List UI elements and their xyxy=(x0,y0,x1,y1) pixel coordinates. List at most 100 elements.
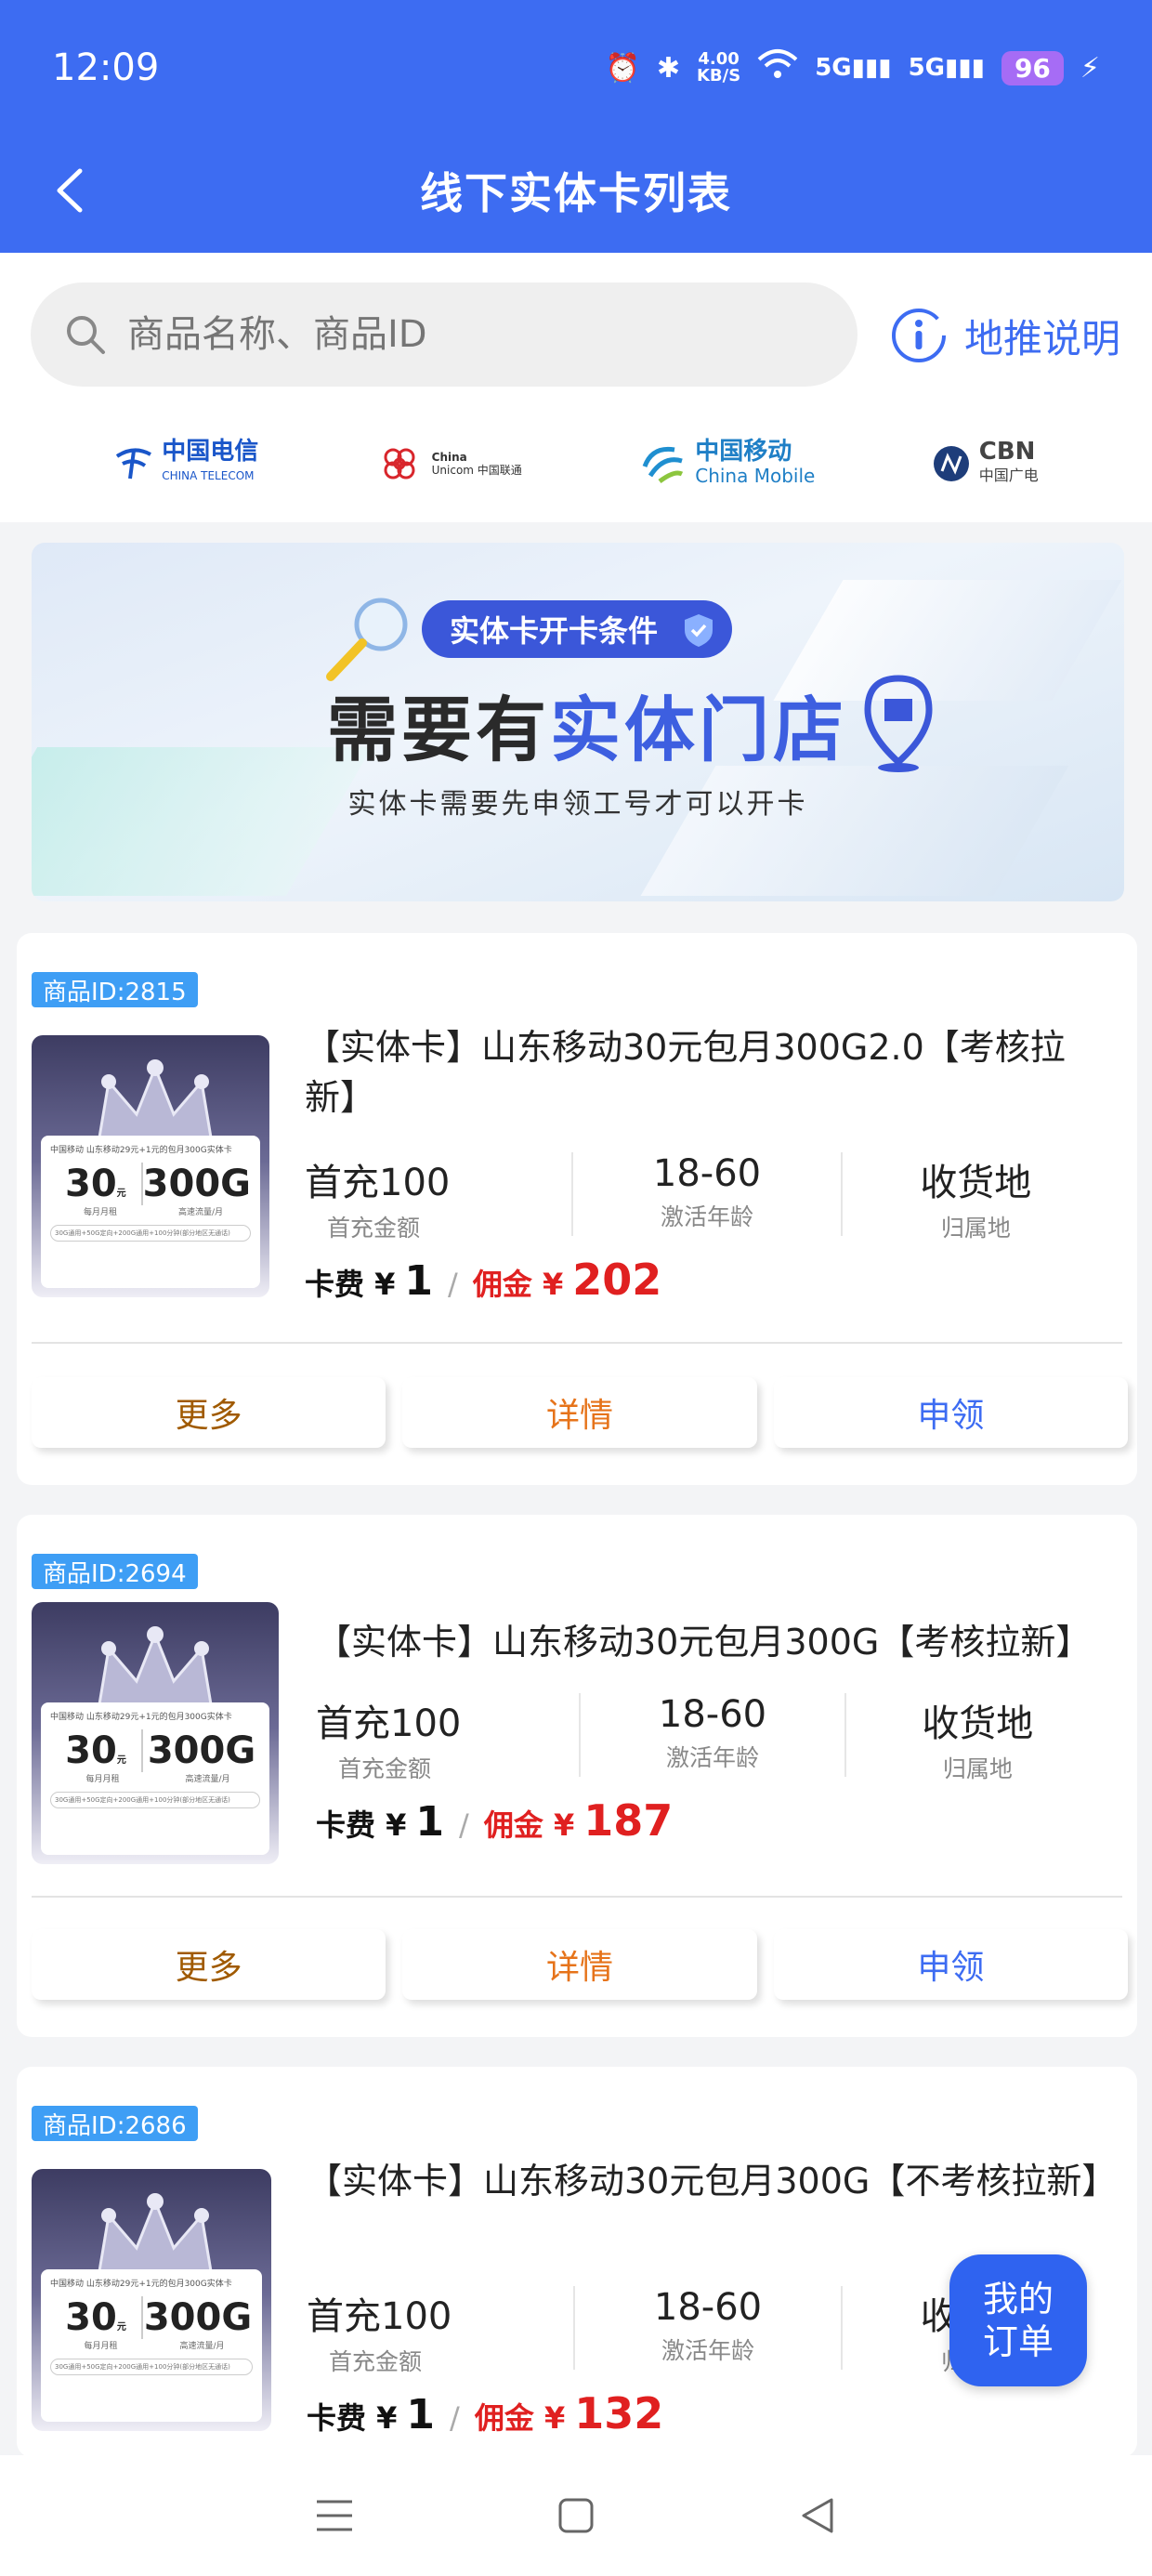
commission-label-text: 佣金 xyxy=(472,1267,532,1302)
store-pin-icon xyxy=(864,675,933,772)
price-separator: / xyxy=(450,2400,460,2436)
fee-currency: ¥ xyxy=(374,1267,396,1302)
price-row: 卡费 ¥1 / 佣金 ¥187 xyxy=(316,1795,673,1851)
banner-headline-highlight: 实体门店 xyxy=(550,689,847,771)
thumb-footer: 30G通用+50G定向+200G通用+100分钟(部分地区无通话) xyxy=(50,1792,260,1808)
commission-currency: ¥ xyxy=(542,1267,564,1302)
product-thumbnail: 中国移动 山东移动29元+1元的包月300G实体卡 30元 300G 每月月租 高速… xyxy=(32,1602,279,1864)
promo-banner[interactable]: 实体卡开卡条件 需要有实体门店 实体卡需要先申领工号才可以开卡 xyxy=(32,543,1124,901)
search-input[interactable] xyxy=(127,313,796,356)
carrier-mobile-sub: China Mobile xyxy=(695,465,816,487)
product-title: 【实体卡】山东移动30元包月300G【考核拉新】 xyxy=(316,1622,1092,1663)
back-triangle-icon[interactable] xyxy=(796,2494,839,2537)
home-icon[interactable] xyxy=(555,2494,597,2537)
carrier-cbn[interactable]: CBN 中国广电 xyxy=(931,440,1039,488)
claim-button[interactable]: 申领 xyxy=(773,1377,1128,1448)
detail-button[interactable]: 详情 xyxy=(402,1377,757,1448)
thumb-data: 300G xyxy=(142,1163,251,1205)
stat-value: 18-60 xyxy=(658,1693,767,1736)
commission-value: 187 xyxy=(583,1795,674,1846)
product-stats: 首充100 首充金额 18-60 激活年龄 收货地归属地 xyxy=(305,1152,1109,1242)
signal-1: 5G▮▮▮ xyxy=(815,54,892,82)
stat-label: 首充金额 xyxy=(327,1215,421,1242)
stat-value: 18-60 xyxy=(653,2286,763,2329)
product-title: 【实体卡】山东移动30元包月300G【不考核拉新】 xyxy=(307,2161,1118,2201)
thumb-data: 300G xyxy=(143,2296,253,2339)
stat-label: 首充金额 xyxy=(329,2348,423,2375)
top-bar: 12:09 ⏰ ✱ 4.00 KB/S 5G▮▮▮ 5G▮▮▮ 96 ⚡ 线下实… xyxy=(0,0,1152,253)
my-orders-line1: 我的 xyxy=(982,2279,1054,2320)
status-time: 12:09 xyxy=(52,46,160,89)
banner-subline: 实体卡需要先申领工号才可以开卡 xyxy=(347,788,808,821)
claim-button[interactable]: 申领 xyxy=(773,1929,1128,2000)
stat-label: 激活年龄 xyxy=(660,1203,753,1230)
fee-label: 卡费 ¥ xyxy=(316,1802,406,1845)
status-bar: 12:09 ⏰ ✱ 4.00 KB/S 5G▮▮▮ 5G▮▮▮ 96 ⚡ xyxy=(52,35,1100,100)
stat-age: 18-60 激活年龄 xyxy=(581,1693,846,1777)
fee-label-text: 卡费 xyxy=(307,2400,367,2436)
price-row: 卡费 ¥1 / 佣金 ¥132 xyxy=(307,2388,663,2444)
commission-label-text: 佣金 xyxy=(483,1807,543,1843)
price-separator: / xyxy=(448,1267,458,1302)
stat-label: 归属地 xyxy=(942,1755,1013,1782)
signal-1-label: 5G xyxy=(815,54,852,82)
screen: 12:09 ⏰ ✱ 4.00 KB/S 5G▮▮▮ 5G▮▮▮ 96 ⚡ 线下实… xyxy=(0,0,1152,2576)
info-icon xyxy=(892,309,946,362)
mobile-logo-icon xyxy=(642,446,684,484)
carrier-mobile[interactable]: 中国移动 China Mobile xyxy=(637,439,815,489)
page-title: 线下实体卡列表 xyxy=(420,168,732,218)
product-id-badge: 商品ID:2815 xyxy=(32,972,198,1007)
product-id-badge: 商品ID:2686 xyxy=(32,2106,198,2141)
thumb-caption-right: 高速流量/月 xyxy=(185,1775,230,1784)
shield-check-icon xyxy=(685,614,713,647)
telecom-logo-icon xyxy=(116,448,152,480)
carrier-cbn-sub: 中国广电 xyxy=(978,467,1039,484)
back-arrow-icon[interactable] xyxy=(52,167,89,214)
stat-age: 18-60 激活年龄 xyxy=(575,2286,844,2370)
my-orders-line2: 订单 xyxy=(982,2321,1054,2362)
price-row: 卡费 ¥1 / 佣金 ¥202 xyxy=(305,1255,661,1310)
app-header: 线下实体卡列表 xyxy=(0,149,1152,232)
thumb-amount: 30元 xyxy=(50,2296,143,2339)
net-speed-unit: KB/S xyxy=(696,66,741,85)
more-button[interactable]: 更多 xyxy=(32,1929,386,2000)
thumb-amount-value: 30 xyxy=(65,1163,117,1205)
stat-location: 收货地归属地 xyxy=(846,1693,1109,1782)
stat-label: 首充金额 xyxy=(338,1755,432,1782)
help-link[interactable]: 地推说明 xyxy=(890,294,1120,377)
stat-value: 首充100 xyxy=(305,1162,451,1204)
card-actions: 更多 详情 申领 xyxy=(32,1377,1128,1450)
fee-currency: ¥ xyxy=(386,1807,407,1843)
thumb-caption-right: 高速流量/月 xyxy=(177,1208,224,1217)
stat-first-charge: 首充100 首充金额 xyxy=(307,2286,575,2375)
more-button[interactable]: 更多 xyxy=(32,1377,386,1448)
cbn-logo-icon xyxy=(933,446,969,481)
fee-label-text: 卡费 xyxy=(316,1807,376,1843)
thumb-amount-value: 30 xyxy=(65,1729,117,1772)
detail-button[interactable]: 详情 xyxy=(402,1929,757,2000)
carrier-telecom-sub: CHINA TELECOM xyxy=(162,469,255,482)
menu-icon[interactable] xyxy=(313,2494,356,2537)
stat-value: 18-60 xyxy=(652,1152,762,1195)
carrier-filter: 中国电信 CHINA TELECOM China Unicom 中国联通 中国移动 C… xyxy=(0,413,1152,515)
carrier-telecom[interactable]: 中国电信 CHINA TELECOM xyxy=(113,440,258,488)
signal-2: 5G▮▮▮ xyxy=(908,54,985,82)
card-actions: 更多 详情 申领 xyxy=(32,1929,1128,2002)
thumb-header: 中国移动 山东移动29元+1元的包月300G实体卡 xyxy=(50,1713,232,1722)
stat-age: 18-60 激活年龄 xyxy=(573,1152,843,1236)
banner-tag-label: 实体卡开卡条件 xyxy=(450,613,659,649)
thumb-data: 300G xyxy=(147,1729,256,1772)
search-box[interactable] xyxy=(31,283,857,387)
product-card[interactable]: 商品ID:2815 中国移动 山东移动29元+1元的包月300G实体卡 30元 3… xyxy=(17,933,1137,1485)
signal-2-label: 5G xyxy=(908,54,946,82)
carrier-unicom[interactable]: China Unicom 中国联通 xyxy=(374,439,522,489)
product-thumbnail: 中国移动 山东移动29元+1元的包月300G实体卡 30元 300G 每月月租 高速… xyxy=(32,1035,269,1297)
thumb-amount-unit: 元 xyxy=(116,1755,126,1766)
my-orders-button[interactable]: 我的 订单 xyxy=(949,2254,1087,2386)
product-card[interactable]: 商品ID:2694 中国移动 山东移动29元+1元的包月300G实体卡 30元 3… xyxy=(17,1515,1137,2037)
banner-headline: 需要有实体门店 xyxy=(327,673,847,775)
product-thumbnail: 中国移动 山东移动29元+1元的包月300G实体卡 30元 300G 每月月租 高速… xyxy=(32,2169,271,2431)
battery-badge: 96 xyxy=(1001,50,1064,85)
fee-label: 卡费 ¥ xyxy=(307,2395,397,2438)
stat-value: 收货地 xyxy=(920,1162,1032,1204)
